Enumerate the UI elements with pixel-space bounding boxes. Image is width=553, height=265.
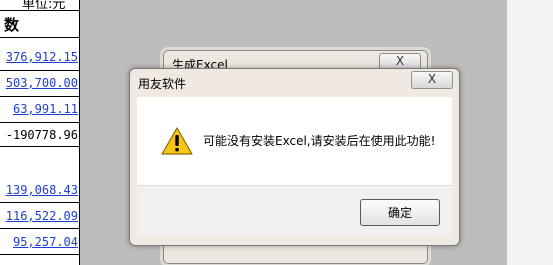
grid-line xyxy=(0,96,80,97)
grid-line xyxy=(0,70,80,71)
grid-line xyxy=(0,254,80,255)
grid-line xyxy=(0,122,80,123)
amount-cell[interactable]: 503,700.00 xyxy=(0,76,78,90)
amount-cell[interactable]: 139,068.43 xyxy=(0,183,78,197)
right-panel xyxy=(507,0,553,265)
grid-line xyxy=(0,228,80,229)
close-button[interactable]: X xyxy=(411,71,453,89)
grid-line xyxy=(0,10,80,11)
close-icon: X xyxy=(395,54,405,68)
amount-cell[interactable]: 116,522.09 xyxy=(0,209,78,223)
amount-cell[interactable]: 95,257.04 xyxy=(0,235,78,249)
grid-line xyxy=(0,37,80,38)
warning-icon xyxy=(161,127,193,155)
dialog-footer: 确定 xyxy=(137,185,452,237)
amount-cell[interactable]: 63,991.11 xyxy=(0,102,78,116)
dialog-body: 可能没有安装Excel,请安装后在使用此功能! xyxy=(137,97,452,185)
grid-line xyxy=(0,202,80,203)
ok-button[interactable]: 确定 xyxy=(360,199,440,226)
spreadsheet-panel: 单位:元 数 376,912.15 503,700.00 63,991.11 -… xyxy=(0,0,80,265)
column-header: 数 xyxy=(4,16,20,34)
dialog-title: 用友软件 xyxy=(138,77,187,91)
message-dialog: 用友软件 X 可能没有安装Excel,请安装后在使用此功能! 确定 xyxy=(129,68,460,246)
grid-line xyxy=(0,146,80,147)
close-icon: X xyxy=(427,72,437,86)
amount-cell: -190778.96 xyxy=(5,128,78,142)
dialog-message: 可能没有安装Excel,请安装后在使用此功能! xyxy=(203,134,436,148)
amount-cell[interactable]: 376,912.15 xyxy=(0,50,78,64)
